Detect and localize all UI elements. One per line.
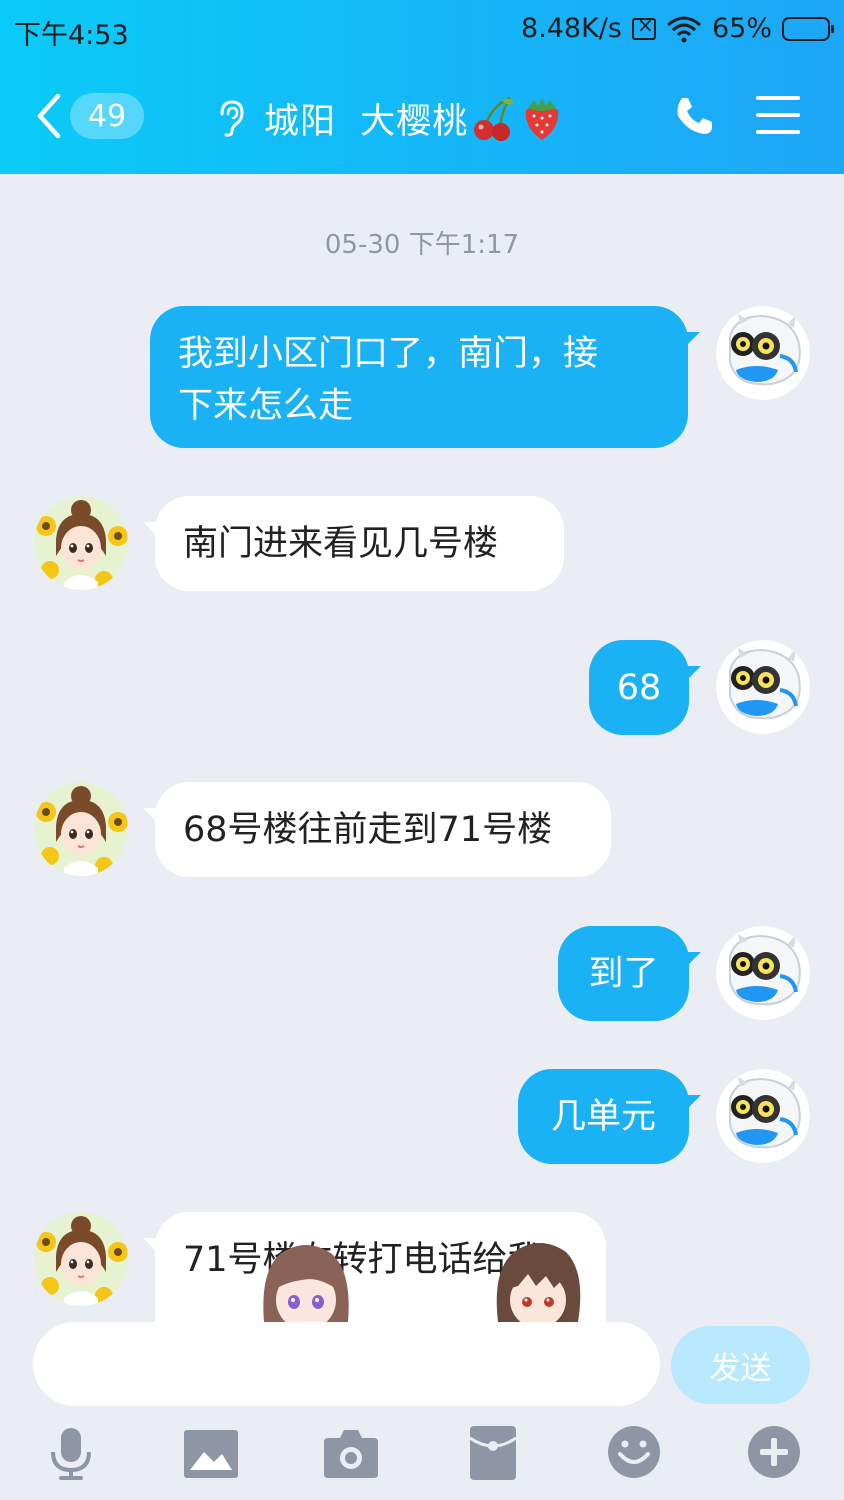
message-text: 几单元 — [550, 1097, 656, 1137]
message-bubble-incoming[interactable]: 68号楼往前走到71号楼 — [143, 782, 611, 877]
emoji-icon[interactable] — [608, 1426, 660, 1478]
robot-avatar-icon — [716, 640, 810, 734]
red-packet-icon[interactable] — [470, 1426, 516, 1480]
message-text: 68号楼往前走到71号楼 — [183, 810, 553, 850]
battery-percent: 65% — [711, 13, 772, 44]
message-text: 到了 — [588, 954, 659, 994]
chat-input-bar: 发送 — [0, 1322, 844, 1500]
back-button[interactable]: 49 — [34, 90, 154, 142]
status-indicators: 8.48K/s 65% — [520, 13, 834, 44]
chat-title: 城阳 大樱桃 — [264, 101, 469, 142]
message-input[interactable] — [33, 1322, 660, 1406]
contact-avatar[interactable] — [34, 1212, 128, 1306]
message-timestamp: 05-30 下午1:17 — [324, 230, 520, 260]
message-bubble-incoming[interactable]: 南门进来看见几号楼 — [143, 496, 564, 591]
girl-avatar-icon — [34, 496, 128, 590]
message-line: 下来怎么走 — [178, 386, 354, 426]
anime-girl-pendant-icon — [263, 1245, 349, 1322]
status-bar: 下午4:53 8.48K/s 65% — [0, 0, 844, 58]
image-icon[interactable] — [184, 1430, 238, 1478]
message-bubble-outgoing[interactable]: 到了 — [558, 926, 701, 1021]
chat-title-group[interactable]: 城阳 大樱桃 — [214, 90, 564, 146]
ear-icon — [220, 100, 244, 137]
plus-icon[interactable] — [748, 1426, 800, 1478]
robot-avatar-icon — [716, 1069, 810, 1163]
wifi-icon — [666, 16, 701, 42]
cherry-icon — [474, 96, 515, 141]
contact-avatar[interactable] — [34, 782, 128, 876]
strawberry-icon — [526, 98, 559, 140]
robot-avatar-icon — [716, 926, 810, 1020]
camera-icon[interactable] — [324, 1428, 378, 1478]
my-avatar[interactable] — [716, 926, 810, 1020]
battery-icon — [782, 16, 834, 41]
message-line: 我到小区门口了，南门，接 — [178, 334, 599, 374]
microphone-icon[interactable] — [45, 1426, 97, 1482]
chat-header: 下午4:53 8.48K/s 65% 49 城阳 大樱桃 — [0, 0, 844, 174]
girl-avatar-icon — [34, 782, 128, 876]
message-text: 南门进来看见几号楼 — [183, 524, 499, 564]
message-bubble-outgoing[interactable]: 几单元 — [518, 1069, 701, 1164]
menu-icon[interactable] — [756, 96, 800, 136]
anime-boy-pendant-icon — [496, 1243, 581, 1322]
robot-avatar-icon — [716, 306, 810, 400]
back-chevron-icon — [37, 93, 61, 139]
phone-icon[interactable] — [672, 94, 716, 138]
unread-badge: 49 — [70, 93, 144, 139]
message-text: 71号楼右转打电话给我 — [183, 1240, 543, 1280]
my-avatar[interactable] — [716, 1069, 810, 1163]
status-time: 下午4:53 — [14, 20, 129, 51]
send-button[interactable]: 发送 — [671, 1326, 810, 1404]
my-avatar[interactable] — [716, 640, 810, 734]
message-text: 68 — [616, 668, 662, 708]
network-speed: 8.48K/s — [520, 13, 622, 44]
message-bubble-outgoing[interactable]: 68 — [589, 640, 701, 735]
message-bubble-outgoing[interactable]: 我到小区门口了，南门，接 下来怎么走 — [150, 306, 700, 448]
girl-avatar-icon — [34, 1212, 128, 1306]
sim-icon — [631, 13, 656, 40]
contact-avatar[interactable] — [34, 496, 128, 590]
my-avatar[interactable] — [716, 306, 810, 400]
